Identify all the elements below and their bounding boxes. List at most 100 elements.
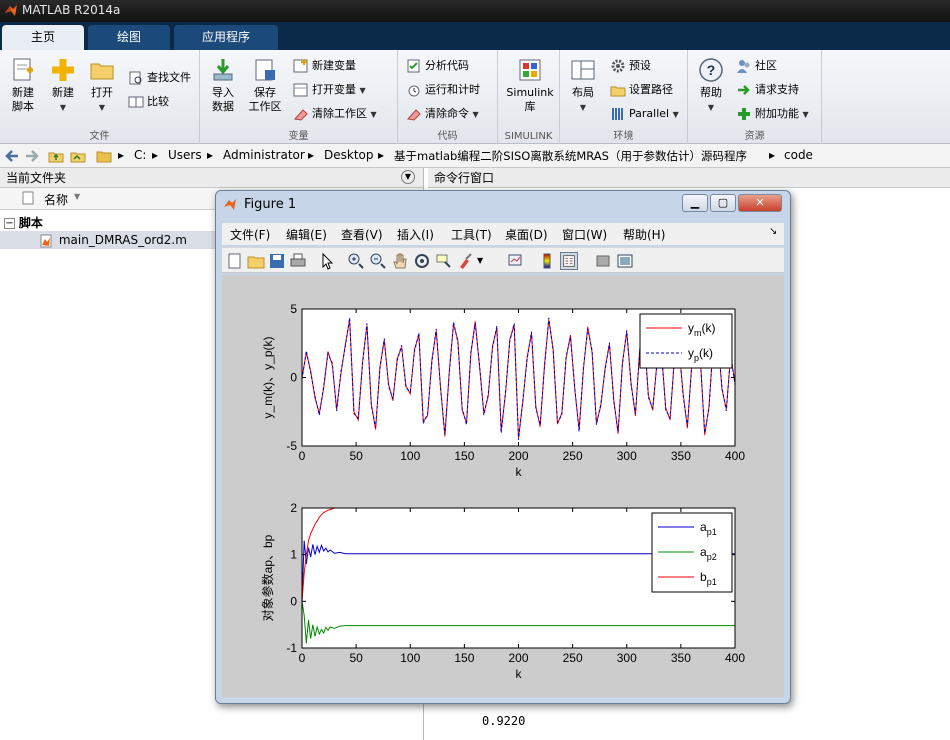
breadcrumb-item[interactable]: 基于matlab编程二阶SISO离散系统MRAS（用于参数估计）源码程序: [394, 148, 747, 164]
find-files-button[interactable]: 查找文件: [128, 68, 191, 88]
save-workspace-button[interactable]: 保存 工作区: [242, 56, 288, 114]
zoom-in-icon[interactable]: [347, 252, 365, 270]
import-data-button[interactable]: 导入 数据: [200, 56, 246, 114]
open-variable-dropdown-icon[interactable]: ▼: [360, 86, 366, 95]
brush-icon[interactable]: [457, 252, 475, 270]
help-dropdown-icon[interactable]: ▼: [708, 103, 714, 112]
find-files-icon: [129, 71, 142, 85]
new-variable-button[interactable]: 新建变量: [293, 56, 356, 76]
hide-plot-tools-icon[interactable]: [594, 252, 612, 270]
menu-desktop[interactable]: 桌面(D): [505, 226, 548, 243]
figure-plot-area: 0 50 100 150 200 250 300 350 400-505ky_m(k)、y_p(…: [260, 302, 745, 681]
x-tick-label: 350: [671, 449, 691, 463]
up-folder-icon[interactable]: [48, 148, 64, 164]
colorbar-icon[interactable]: [538, 252, 556, 270]
show-plot-tools-icon[interactable]: [616, 252, 634, 270]
breadcrumb-item[interactable]: C:: [134, 148, 146, 162]
resources-section-label: 资源: [744, 131, 765, 142]
save-workspace-label-2: 工作区: [248, 100, 282, 113]
open-file-icon[interactable]: [247, 252, 265, 270]
menu-file[interactable]: 文件(F): [230, 226, 270, 243]
layout-button[interactable]: 布局 ▼: [560, 56, 606, 115]
breadcrumb-item[interactable]: Administrator: [223, 148, 305, 162]
rotate-3d-icon[interactable]: [413, 252, 431, 270]
m-file-icon: [40, 234, 52, 247]
breadcrumb-separator: ▸: [207, 148, 214, 162]
tab-home[interactable]: 主页: [2, 25, 84, 50]
menu-help[interactable]: 帮助(H): [623, 226, 665, 243]
y-tick-label: 0: [290, 594, 297, 608]
print-icon[interactable]: [289, 252, 307, 270]
script-group-row[interactable]: − 脚本: [4, 214, 43, 232]
preferences-button[interactable]: 预设: [610, 56, 651, 76]
x-tick-label: 200: [508, 651, 528, 665]
ribbon-section-environment: 布局 ▼ 预设 设置路径 Parallel ▼ 环境: [560, 50, 688, 144]
compare-label: 比较: [147, 95, 169, 108]
file-column-icon: [22, 191, 34, 205]
link-plot-icon[interactable]: [507, 252, 525, 270]
community-button[interactable]: 社区: [736, 56, 777, 76]
minimize-button[interactable]: ▁: [682, 194, 708, 212]
back-arrow-icon[interactable]: [4, 148, 20, 164]
menu-edit[interactable]: 编辑(E): [286, 226, 327, 243]
save-icon[interactable]: [268, 252, 286, 270]
addons-button[interactable]: 附加功能 ▼: [736, 104, 809, 124]
open-variable-button[interactable]: 打开变量 ▼: [293, 80, 366, 100]
open-button[interactable]: 打开 ▼: [79, 56, 125, 115]
clear-commands-button[interactable]: 清除命令 ▼: [406, 104, 479, 124]
set-path-button[interactable]: 设置路径: [610, 80, 673, 100]
x-axis-label: k: [516, 667, 523, 681]
close-button[interactable]: ✕: [738, 194, 782, 212]
clear-commands-dropdown-icon[interactable]: ▼: [473, 110, 479, 119]
clear-workspace-button[interactable]: 清除工作区 ▼: [293, 104, 377, 124]
simulink-label-1: Simulink: [506, 86, 554, 99]
new-figure-icon[interactable]: [226, 252, 244, 270]
new-label: 新建: [52, 86, 74, 99]
dock-arrow-icon[interactable]: ↘: [769, 226, 777, 237]
parallel-dropdown-icon[interactable]: ▼: [673, 110, 679, 119]
run-and-time-button[interactable]: 运行和计时: [406, 80, 480, 100]
analyze-code-button[interactable]: 分析代码: [406, 56, 469, 76]
request-support-label: 请求支持: [755, 83, 799, 96]
tab-apps[interactable]: 应用程序: [174, 25, 278, 50]
menu-tools[interactable]: 工具(T): [451, 226, 492, 243]
pointer-icon[interactable]: [318, 252, 336, 270]
browse-folder-icon[interactable]: [70, 148, 86, 164]
breadcrumb-item[interactable]: code: [784, 148, 813, 162]
request-support-button[interactable]: 请求支持: [736, 80, 799, 100]
brush-dropdown-icon[interactable]: ▼: [477, 252, 495, 270]
breadcrumb-item[interactable]: Users: [168, 148, 202, 162]
layout-dropdown-icon[interactable]: ▼: [580, 103, 586, 112]
sort-icon[interactable]: ▼: [74, 192, 80, 201]
community-label: 社区: [755, 59, 777, 72]
script-group-label: 脚本: [18, 216, 43, 230]
parallel-button[interactable]: Parallel ▼: [610, 104, 679, 124]
zoom-out-icon[interactable]: [369, 252, 387, 270]
gear-icon: [611, 59, 625, 73]
compare-button[interactable]: 比较: [128, 92, 169, 112]
breadcrumb-item[interactable]: Desktop: [324, 148, 374, 162]
maximize-button[interactable]: ▢: [710, 194, 736, 212]
help-button[interactable]: ? 帮助 ▼: [688, 56, 734, 115]
legend-icon[interactable]: [560, 252, 578, 270]
import-data-icon: [213, 59, 233, 81]
simulink-library-button[interactable]: Simulink 库: [504, 56, 556, 114]
menu-window[interactable]: 窗口(W): [562, 226, 607, 243]
panel-options-icon[interactable]: ▼: [401, 170, 415, 184]
layout-icon: [571, 60, 595, 80]
collapse-icon[interactable]: −: [4, 218, 15, 229]
open-folder-icon: [90, 63, 114, 80]
data-cursor-icon[interactable]: [435, 252, 453, 270]
addons-dropdown-icon[interactable]: ▼: [803, 110, 809, 119]
pan-hand-icon[interactable]: [391, 252, 409, 270]
parallel-label: Parallel: [629, 107, 670, 120]
clear-workspace-dropdown-icon[interactable]: ▼: [371, 110, 377, 119]
menu-view[interactable]: 查看(V): [341, 226, 383, 243]
figure-title-bar[interactable]: Figure 1 ▁ ▢ ✕: [216, 191, 790, 217]
open-dropdown-icon[interactable]: ▼: [99, 103, 105, 112]
forward-arrow-icon[interactable]: [24, 148, 40, 164]
tab-plots[interactable]: 绘图: [88, 25, 170, 50]
menu-insert[interactable]: 插入(I): [397, 226, 434, 243]
new-dropdown-icon[interactable]: ▼: [60, 103, 66, 112]
new-script-label-2: 脚本: [12, 100, 34, 113]
